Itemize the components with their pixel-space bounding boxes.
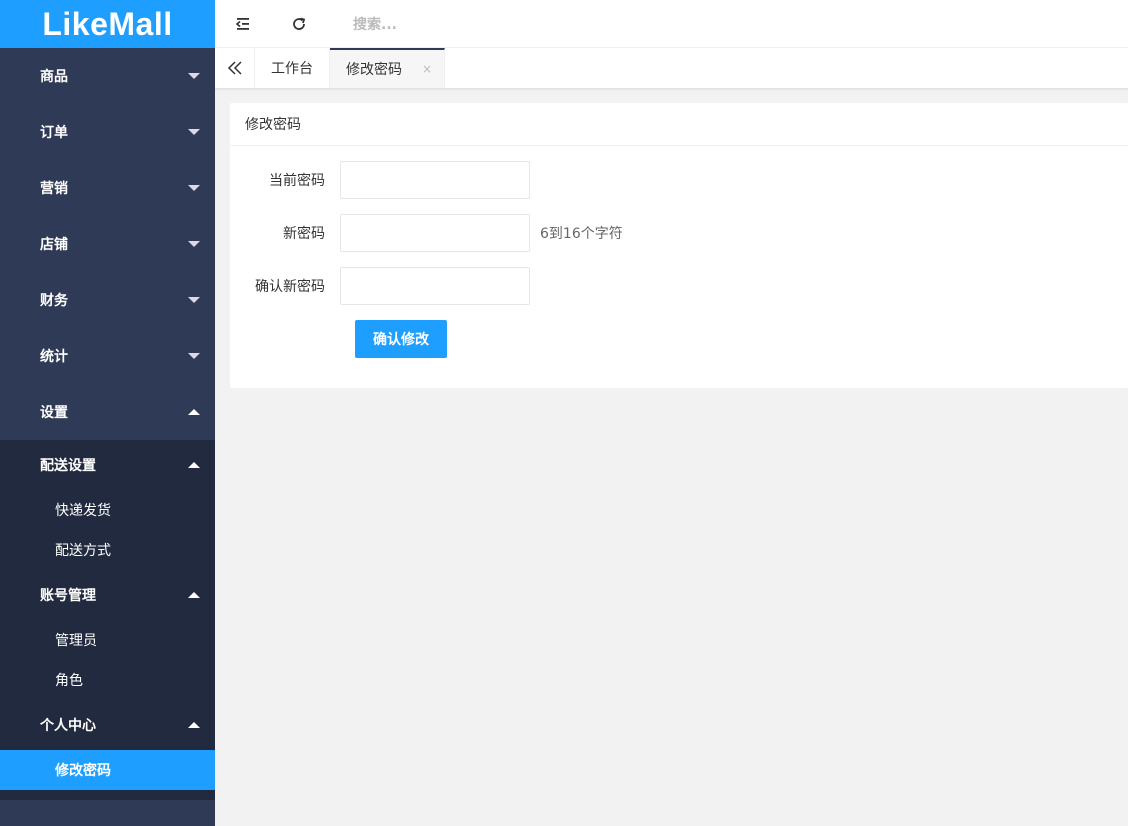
form-row-confirm-password: 确认新密码 <box>230 267 530 305</box>
sidebar-item-label: 订单 <box>40 125 68 141</box>
collapse-menu-button[interactable] <box>215 0 271 48</box>
settings-submenu: 配送设置 快递发货 配送方式 账号管理 管理员 角色 个人中心 修改密码 <box>0 440 215 790</box>
sidebar-item-label: 财务 <box>40 293 68 309</box>
chevron-down-icon <box>188 129 200 135</box>
tab-change-password[interactable]: 修改密码 × <box>330 48 446 88</box>
chevron-up-icon <box>188 462 200 468</box>
submenu-group-label: 配送设置 <box>40 458 96 474</box>
sidebar-item-label: 营销 <box>40 181 68 197</box>
current-password-label: 当前密码 <box>269 173 325 189</box>
sidebar-divider <box>0 790 215 800</box>
chevron-up-icon <box>188 722 200 728</box>
chevron-down-icon <box>188 73 200 79</box>
sidebar-item-finance[interactable]: 财务 <box>0 272 215 328</box>
chevron-down-icon <box>188 241 200 247</box>
confirm-password-label: 确认新密码 <box>255 279 325 295</box>
sidebar-item-label: 统计 <box>40 349 68 365</box>
chevron-up-icon <box>188 592 200 598</box>
change-password-card: 修改密码 当前密码 新密码 6到16个字符 确认新密码 确认修改 <box>230 103 1128 388</box>
submenu-item-role[interactable]: 角色 <box>0 660 215 700</box>
submenu-item-admin[interactable]: 管理员 <box>0 620 215 660</box>
double-chevron-left-icon <box>227 61 242 75</box>
new-password-label: 新密码 <box>283 226 325 242</box>
current-password-input[interactable] <box>340 161 530 199</box>
card-title: 修改密码 <box>230 103 1128 146</box>
tab-dashboard[interactable]: 工作台 <box>255 48 330 88</box>
sidebar-item-label: 店铺 <box>40 237 68 253</box>
submenu-group-account[interactable]: 账号管理 <box>0 570 215 620</box>
search-input[interactable]: 搜索... <box>353 14 397 34</box>
confirm-change-button[interactable]: 确认修改 <box>355 320 447 358</box>
form-row-current-password: 当前密码 <box>230 161 530 199</box>
form-row-new-password: 新密码 6到16个字符 <box>230 214 623 252</box>
chevron-up-icon <box>188 409 200 415</box>
sidebar-item-orders[interactable]: 订单 <box>0 104 215 160</box>
tab-label: 工作台 <box>271 61 313 77</box>
confirm-password-input[interactable] <box>340 267 530 305</box>
chevron-down-icon <box>188 185 200 191</box>
submenu-item-express[interactable]: 快递发货 <box>0 490 215 530</box>
submenu-group-label: 个人中心 <box>40 718 96 734</box>
new-password-hint: 6到16个字符 <box>540 226 623 242</box>
logo-text: LikeMall <box>42 6 173 42</box>
submenu-group-personal[interactable]: 个人中心 <box>0 700 215 750</box>
sidebar-item-marketing[interactable]: 营销 <box>0 160 215 216</box>
new-password-input[interactable] <box>340 214 530 252</box>
top-header: 搜索... <box>215 0 1128 48</box>
refresh-icon <box>293 17 306 30</box>
refresh-button[interactable] <box>271 0 327 48</box>
sidebar-item-goods[interactable]: 商品 <box>0 48 215 104</box>
sidebar-item-shop[interactable]: 店铺 <box>0 216 215 272</box>
chevron-down-icon <box>188 297 200 303</box>
chevron-down-icon <box>188 353 200 359</box>
collapse-menu-icon <box>235 17 249 30</box>
tabs-collapse-button[interactable] <box>215 48 255 88</box>
sidebar: LikeMall 商品 订单 营销 店铺 财务 统计 设置 配送设置 快递发货 … <box>0 0 215 826</box>
page-tabs: 工作台 修改密码 × <box>215 48 1128 89</box>
sidebar-item-stats[interactable]: 统计 <box>0 328 215 384</box>
submenu-group-label: 账号管理 <box>40 588 96 604</box>
tab-label: 修改密码 <box>346 62 402 78</box>
sidebar-item-label: 设置 <box>40 405 68 421</box>
submenu-group-delivery[interactable]: 配送设置 <box>0 440 215 490</box>
close-icon[interactable]: × <box>422 62 432 76</box>
sidebar-item-label: 商品 <box>40 69 68 85</box>
submenu-item-change-password[interactable]: 修改密码 <box>0 750 215 790</box>
sidebar-item-settings[interactable]: 设置 <box>0 384 215 440</box>
submenu-item-delivery-method[interactable]: 配送方式 <box>0 530 215 570</box>
logo[interactable]: LikeMall <box>0 0 215 48</box>
